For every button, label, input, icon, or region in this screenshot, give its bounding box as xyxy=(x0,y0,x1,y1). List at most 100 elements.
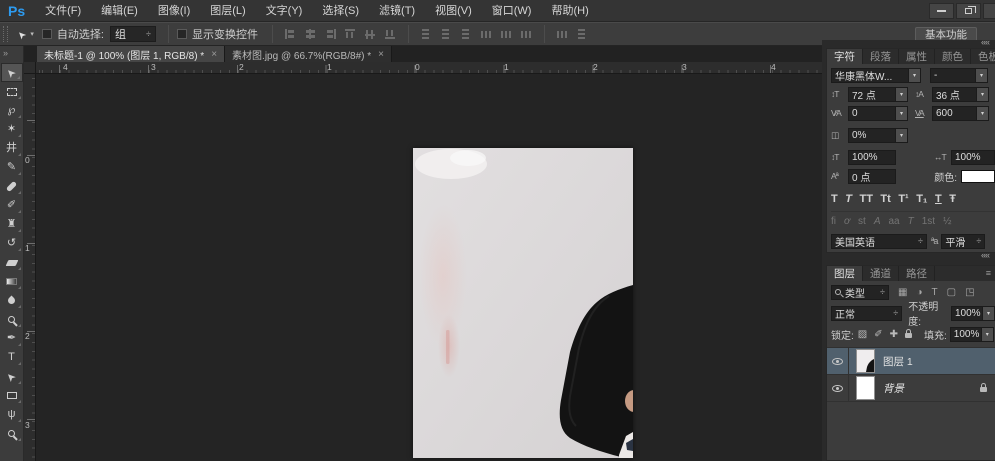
layer-filter-select[interactable]: 类型 ÷ xyxy=(831,285,889,300)
layer-name[interactable]: 图层 1 xyxy=(883,354,913,369)
language-select[interactable]: 美国英语 ÷ xyxy=(831,234,927,249)
text-style-button-1[interactable]: T xyxy=(845,193,852,205)
align-right-icon[interactable] xyxy=(325,29,336,39)
document-tab-sucaitu[interactable]: 素材图.jpg @ 66.7%(RGB/8#) * × xyxy=(225,46,392,62)
menu-item-6[interactable]: 滤镜(T) xyxy=(369,0,425,22)
menu-item-4[interactable]: 文字(Y) xyxy=(256,0,313,22)
text-style-button-3[interactable]: Tt xyxy=(880,193,890,205)
tool-magic-wand[interactable]: ✶ xyxy=(1,120,23,139)
tool-pen[interactable]: ✒ xyxy=(1,329,23,348)
distribute-bottom-icon[interactable] xyxy=(461,29,472,39)
visibility-toggle[interactable] xyxy=(827,375,849,401)
tool-zoom[interactable] xyxy=(1,424,23,443)
tool-history-brush[interactable]: ↺ xyxy=(1,234,23,253)
text-color-swatch[interactable] xyxy=(961,170,995,183)
shape-layer-filter-icon[interactable]: ▢ xyxy=(947,287,956,298)
visibility-toggle[interactable] xyxy=(827,348,849,374)
tool-blur[interactable] xyxy=(1,291,23,310)
tool-hand[interactable]: ψ xyxy=(1,405,23,424)
layer-name[interactable]: 背景 xyxy=(883,381,904,396)
smart-object-filter-icon[interactable]: ◳ xyxy=(965,287,974,298)
menu-item-2[interactable]: 图像(I) xyxy=(148,0,200,22)
text-style-button-4[interactable]: T¹ xyxy=(898,193,908,205)
auto-select-dropdown[interactable]: 组 ÷ xyxy=(110,26,156,42)
text-style-button-6[interactable]: T xyxy=(935,193,942,205)
horizontal-ruler[interactable]: 432101234 xyxy=(36,62,822,74)
show-transform-checkbox[interactable] xyxy=(177,29,187,39)
tool-shape[interactable] xyxy=(1,386,23,405)
minimize-button[interactable] xyxy=(929,3,954,19)
fill-dropdown-icon[interactable]: ▾ xyxy=(982,327,994,342)
proportional-spacing-dropdown-icon[interactable]: ▾ xyxy=(896,128,908,143)
tracking-input[interactable]: 600 xyxy=(932,106,977,121)
layer-thumbnail[interactable] xyxy=(857,377,874,399)
tool-crop[interactable]: 井 xyxy=(1,139,23,158)
font-style-dropdown-icon[interactable]: ▾ xyxy=(976,68,988,83)
font-size-dropdown-icon[interactable]: ▾ xyxy=(896,87,908,102)
tool-lasso[interactable]: ℘ xyxy=(1,101,23,120)
menu-item-8[interactable]: 窗口(W) xyxy=(482,0,542,22)
tab-paragraph[interactable]: 段落 xyxy=(863,49,899,64)
collapse-panels-icon[interactable]: «« xyxy=(981,37,989,47)
tool-brush[interactable]: ✐ xyxy=(1,196,23,215)
kerning-dropdown-icon[interactable]: ▾ xyxy=(896,106,908,121)
tool-dodge[interactable] xyxy=(1,310,23,329)
tool-eraser[interactable] xyxy=(1,253,23,272)
antialias-select[interactable]: 平滑 ÷ xyxy=(941,234,985,249)
leading-input[interactable]: 36 点 xyxy=(932,87,977,102)
vertical-ruler[interactable]: 0123 xyxy=(24,74,36,461)
font-size-input[interactable]: 72 点 xyxy=(848,87,896,102)
tool-path-select[interactable]: ➤ xyxy=(1,367,23,386)
menu-item-0[interactable]: 文件(F) xyxy=(35,0,91,22)
tab-swatches[interactable]: 色板 xyxy=(971,49,995,64)
align-bottom-icon[interactable] xyxy=(385,29,396,39)
tool-eyedropper[interactable]: ✎ xyxy=(1,158,23,177)
font-family-dropdown-icon[interactable]: ▾ xyxy=(909,68,921,83)
align-center-horizontal-icon[interactable] xyxy=(305,29,316,39)
ruler-origin-box[interactable] xyxy=(24,62,36,74)
leading-dropdown-icon[interactable]: ▾ xyxy=(977,87,989,102)
opacity-input[interactable]: 100% xyxy=(951,306,983,321)
type-layer-filter-icon[interactable]: T xyxy=(932,287,938,298)
lock-pixels-icon[interactable]: ✐ xyxy=(874,329,882,340)
tab-properties[interactable]: 属性 xyxy=(899,49,935,64)
menu-item-5[interactable]: 选择(S) xyxy=(312,0,369,22)
close-button[interactable] xyxy=(983,3,995,19)
tool-healing-brush[interactable] xyxy=(1,177,23,196)
close-tab-icon[interactable]: × xyxy=(378,49,384,60)
tab-channels[interactable]: 通道 xyxy=(863,266,899,281)
menu-item-7[interactable]: 视图(V) xyxy=(425,0,482,22)
proportional-spacing-input[interactable]: 0% xyxy=(848,128,896,143)
tool-marquee[interactable] xyxy=(1,82,23,101)
text-style-button-7[interactable]: Ŧ xyxy=(949,193,956,205)
panel-menu-icon[interactable]: ≡ xyxy=(986,268,991,278)
tab-paths[interactable]: 路径 xyxy=(899,266,935,281)
kerning-input[interactable]: 0 xyxy=(848,106,896,121)
document-tab-untitled-1[interactable]: 未标题-1 @ 100% (图层 1, RGB/8) * × xyxy=(37,46,225,62)
fill-input[interactable]: 100% xyxy=(950,327,982,342)
pixel-layer-filter-icon[interactable]: ▦ xyxy=(898,287,907,298)
tools-panel-collapse[interactable]: » xyxy=(0,46,23,61)
menu-item-1[interactable]: 编辑(E) xyxy=(91,0,148,22)
lock-all-icon[interactable] xyxy=(905,333,912,338)
font-family-select[interactable]: 华康黑体W... xyxy=(831,68,909,83)
layer-row-layer-1[interactable]: 图层 1 xyxy=(827,348,995,375)
tab-layers[interactable]: 图层 xyxy=(827,266,863,281)
distribute-widths-icon[interactable] xyxy=(557,29,568,39)
distribute-heights-icon[interactable] xyxy=(577,29,588,39)
distribute-center-vertical-icon[interactable] xyxy=(441,29,452,39)
lock-position-icon[interactable]: ✚ xyxy=(890,329,898,340)
tool-gradient[interactable] xyxy=(1,272,23,291)
align-top-icon[interactable] xyxy=(345,29,356,39)
distribute-center-horizontal-icon[interactable] xyxy=(501,29,512,39)
align-center-vertical-icon[interactable] xyxy=(365,29,376,39)
font-style-select[interactable]: - xyxy=(930,68,976,83)
distribute-right-icon[interactable] xyxy=(521,29,532,39)
adjustment-layer-filter-icon[interactable]: ◑ xyxy=(916,287,922,298)
layer-thumbnail[interactable] xyxy=(857,350,874,372)
lock-transparency-icon[interactable]: ▨ xyxy=(858,329,867,340)
horizontal-scale-input[interactable]: 100% xyxy=(951,150,995,165)
canvas-viewport[interactable] xyxy=(36,74,822,461)
auto-select-checkbox[interactable] xyxy=(42,29,52,39)
text-style-button-5[interactable]: T₁ xyxy=(916,193,927,205)
